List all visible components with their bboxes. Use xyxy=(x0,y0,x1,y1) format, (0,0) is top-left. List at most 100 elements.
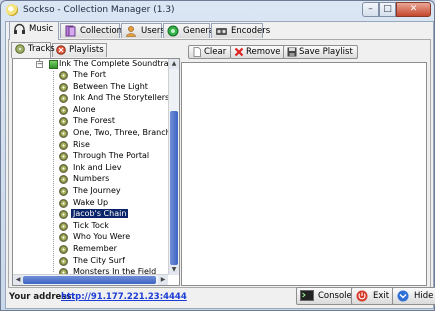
tracks-icon xyxy=(15,44,25,54)
scroll-down-icon[interactable]: ▼ xyxy=(169,265,179,275)
tab-collection[interactable]: Collection xyxy=(60,23,123,38)
playlist-list[interactable] xyxy=(181,62,427,286)
button-label: Save Playlist xyxy=(299,47,353,57)
track-item-selected[interactable]: Jacob's Chain xyxy=(13,209,168,221)
cd-icon xyxy=(59,129,68,138)
track-item[interactable]: The City Surf xyxy=(13,255,168,268)
clear-button[interactable]: Clear xyxy=(188,45,232,59)
track-item[interactable]: Remember xyxy=(13,244,168,256)
track-label: Tick Tock xyxy=(73,220,109,230)
track-item[interactable]: Alone xyxy=(13,104,168,117)
track-label: The Forest xyxy=(73,116,115,126)
console-button[interactable]: Console xyxy=(296,287,358,305)
track-item[interactable]: Tick Tock xyxy=(13,220,168,233)
track-item[interactable]: Who You Were xyxy=(13,232,168,244)
track-label: Rise xyxy=(73,139,90,149)
title-bar[interactable]: Sockso - Collection Manager (1.3) – □ ✕ xyxy=(1,1,434,21)
track-label: Who You Were xyxy=(73,232,131,242)
save-playlist-button[interactable]: Save Playlist xyxy=(283,45,358,59)
hide-button[interactable]: Hide xyxy=(392,287,435,305)
track-label: Alone xyxy=(73,104,96,114)
track-label: Between The Light xyxy=(73,81,148,91)
cd-icon xyxy=(59,221,68,231)
track-label: Wake Up xyxy=(73,197,109,207)
tab-label: Collection xyxy=(80,26,123,36)
cd-icon xyxy=(59,140,68,150)
collection-icon xyxy=(65,25,76,37)
maximize-button[interactable]: □ xyxy=(379,2,396,17)
track-item[interactable]: Ink and Liev xyxy=(13,162,168,175)
album-label: Ink The Complete Soundtrack xyxy=(59,59,178,68)
cd-icon xyxy=(59,94,68,104)
cd-icon xyxy=(59,198,68,208)
close-button[interactable]: ✕ xyxy=(396,2,431,17)
button-label: Console xyxy=(318,291,352,301)
page-icon xyxy=(193,47,201,57)
tab-general[interactable]: General xyxy=(163,23,217,38)
tracks-tree[interactable]: − Ink The Complete Soundtrack The Fort B… xyxy=(12,58,180,286)
tree-vertical-scrollbar[interactable]: ▲ ▼ xyxy=(168,59,179,275)
users-icon xyxy=(126,26,136,37)
cd-icon xyxy=(59,117,68,127)
cd-icon xyxy=(59,82,68,92)
minimize-button[interactable]: – xyxy=(362,2,379,17)
delete-icon xyxy=(234,47,244,57)
tab-users[interactable]: Users xyxy=(121,23,165,38)
track-label: Ink and Liev xyxy=(73,162,122,172)
footer-bar: Your address: http://91.177.221.23:4444 … xyxy=(6,286,435,308)
track-item[interactable]: Between The Light xyxy=(13,81,168,94)
track-item[interactable]: Wake Up xyxy=(13,197,168,210)
track-item[interactable]: Through The Portal xyxy=(13,151,168,163)
cd-icon xyxy=(59,233,68,243)
app-icon xyxy=(6,4,18,16)
cd-icon xyxy=(59,245,68,254)
tab-encoders[interactable]: Encoders xyxy=(211,23,270,38)
track-item[interactable]: One, Two, Three, Branch xyxy=(13,128,171,140)
hide-icon xyxy=(397,290,409,302)
cd-icon xyxy=(59,175,68,185)
button-label: Hide xyxy=(414,291,434,301)
main-content: Music Collection Users General Encoders … xyxy=(5,21,435,309)
tab-tracks[interactable]: Tracks xyxy=(11,42,55,58)
scroll-up-icon[interactable]: ▲ xyxy=(169,59,179,69)
tab-playlists[interactable]: Playlists xyxy=(52,43,107,57)
button-label: Exit xyxy=(373,291,390,301)
track-item[interactable]: The Journey xyxy=(13,186,168,198)
scroll-thumb[interactable] xyxy=(170,111,178,265)
console-icon xyxy=(300,290,314,301)
button-label: Remove xyxy=(246,47,281,57)
window-title: Sockso - Collection Manager (1.3) xyxy=(23,5,175,15)
cd-icon xyxy=(59,163,68,173)
track-label: Numbers xyxy=(73,174,110,184)
track-label: Jacob's Chain xyxy=(71,209,129,219)
track-item[interactable]: The Forest xyxy=(13,116,168,128)
tab-label: Encoders xyxy=(231,26,271,36)
track-label: The City Surf xyxy=(73,255,125,265)
exit-button[interactable]: Exit xyxy=(351,287,396,305)
power-icon xyxy=(356,290,368,302)
encoders-icon xyxy=(216,28,227,35)
remove-button[interactable]: Remove xyxy=(230,45,286,59)
scroll-thumb[interactable] xyxy=(23,276,156,284)
scroll-right-icon[interactable]: ▶ xyxy=(158,275,168,285)
track-item[interactable]: Numbers xyxy=(13,174,168,186)
cd-icon xyxy=(59,71,68,80)
save-icon xyxy=(287,47,297,57)
collapse-toggle[interactable]: − xyxy=(36,61,43,68)
album-icon xyxy=(49,60,58,69)
tab-label: Playlists xyxy=(69,45,104,55)
music-panel: Tracks Playlists − Ink The Complete Soun… xyxy=(8,39,431,288)
tree-horizontal-scrollbar[interactable]: ◀ ▶ xyxy=(13,274,168,285)
track-label: Remember xyxy=(73,244,117,253)
track-label: The Fort xyxy=(73,70,107,79)
general-icon xyxy=(167,25,179,37)
track-item[interactable]: Ink And The Storytellers xyxy=(13,93,170,105)
playlist-area: Clear Remove Save Playlist xyxy=(181,42,427,286)
scroll-left-icon[interactable]: ◀ xyxy=(13,275,23,285)
track-label: Ink And The Storytellers xyxy=(73,93,170,103)
address-link[interactable]: http://91.177.221.23:4444 xyxy=(61,292,187,302)
track-item[interactable]: Rise xyxy=(13,139,168,152)
track-item[interactable]: The Fort xyxy=(13,70,168,82)
app-window: Sockso - Collection Manager (1.3) – □ ✕ … xyxy=(0,0,435,311)
tab-music[interactable]: Music xyxy=(9,21,59,40)
